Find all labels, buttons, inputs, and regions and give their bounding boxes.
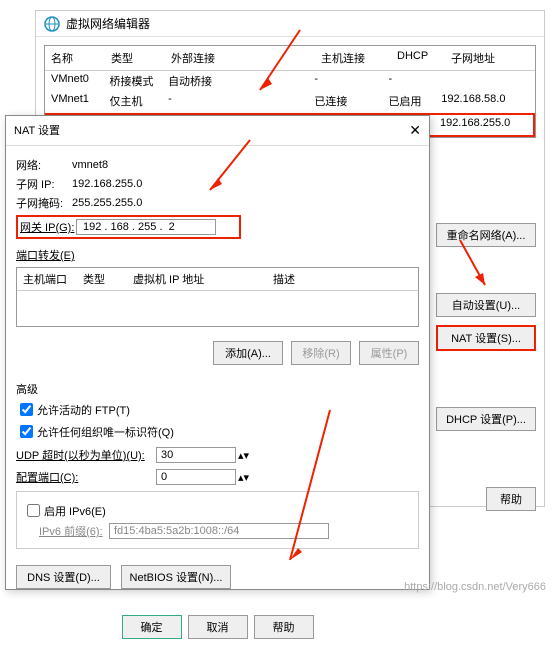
col-name: 名称 <box>45 46 105 70</box>
col-type: 类型 <box>105 46 165 70</box>
port-forward-table: 主机端口 类型 虚拟机 IP 地址 描述 <box>16 267 419 327</box>
nat-settings-button[interactable]: NAT 设置(S)... <box>436 325 536 351</box>
title-bar: 虚拟网络编辑器 <box>36 11 544 37</box>
nat-settings-dialog: NAT 设置 ✕ 网络:vmnet8 子网 IP:192.168.255.0 子… <box>5 115 430 590</box>
auto-settings-button[interactable]: 自动设置(U)... <box>436 293 536 317</box>
udp-timeout-label: UDP 超时(以秒为单位)(U): <box>16 447 156 463</box>
table-row[interactable]: VMnet0 桥接模式 自动桥接 - - <box>45 71 535 91</box>
table-header: 名称 类型 外部连接 主机连接 DHCP 子网地址 <box>45 46 535 71</box>
ipv6-checkbox[interactable]: 启用 IPv6(E) <box>23 501 412 520</box>
col-subnet: 子网地址 <box>445 46 535 70</box>
pf-col-hostport: 主机端口 <box>17 268 77 290</box>
spinner-icon[interactable]: ▴▾ <box>238 449 249 462</box>
config-port-label: 配置端口(C): <box>16 469 156 485</box>
add-button[interactable]: 添加(A)... <box>213 341 283 365</box>
gateway-ip-input[interactable] <box>76 219 216 235</box>
pf-col-vmip: 虚拟机 IP 地址 <box>127 268 267 290</box>
pf-col-type: 类型 <box>77 268 127 290</box>
org-checkbox[interactable]: 允许任何组织唯一标识符(Q) <box>16 422 419 441</box>
udp-timeout-input[interactable] <box>156 447 236 463</box>
network-label: 网络: <box>16 157 72 173</box>
netbios-settings-button[interactable]: NetBIOS 设置(N)... <box>121 565 231 589</box>
ok-button[interactable]: 确定 <box>122 615 182 639</box>
dhcp-settings-button[interactable]: DHCP 设置(P)... <box>436 407 536 431</box>
help-button[interactable]: 帮助 <box>486 487 536 511</box>
table-row[interactable]: VMnet1 仅主机 - 已连接 已启用 192.168.58.0 <box>45 91 535 111</box>
subnet-mask-value: 255.255.255.0 <box>72 197 142 209</box>
properties-button[interactable]: 属性(P) <box>359 341 419 365</box>
advanced-label: 高级 <box>16 381 419 397</box>
network-value: vmnet8 <box>72 159 108 171</box>
subnet-ip-value: 192.168.255.0 <box>72 178 142 190</box>
dialog-help-button[interactable]: 帮助 <box>254 615 314 639</box>
rename-network-button[interactable]: 重命名网络(A)... <box>436 223 536 247</box>
col-dhcp: DHCP <box>391 46 445 70</box>
col-host: 主机连接 <box>315 46 391 70</box>
dns-settings-button[interactable]: DNS 设置(D)... <box>16 565 111 589</box>
col-external: 外部连接 <box>165 46 315 70</box>
config-port-input[interactable] <box>156 469 236 485</box>
ipv6-prefix-label: IPv6 前缀(6): <box>39 523 109 539</box>
spinner-icon[interactable]: ▴▾ <box>238 471 249 484</box>
watermark: https://blog.csdn.net/Very666 <box>404 581 546 593</box>
close-icon[interactable]: ✕ <box>409 122 421 139</box>
remove-button[interactable]: 移除(R) <box>291 341 351 365</box>
window-title: 虚拟网络编辑器 <box>66 15 150 32</box>
pf-col-desc: 描述 <box>267 268 367 290</box>
port-forward-label: 端口转发(E) <box>16 247 419 263</box>
globe-icon <box>44 16 60 32</box>
subnet-ip-label: 子网 IP: <box>16 176 72 192</box>
cancel-button[interactable]: 取消 <box>188 615 248 639</box>
ipv6-prefix-input[interactable] <box>109 523 329 539</box>
gateway-label: 网关 IP(G): <box>20 219 76 235</box>
subnet-mask-label: 子网掩码: <box>16 195 72 211</box>
ftp-checkbox[interactable]: 允许活动的 FTP(T) <box>16 400 419 419</box>
dialog-title: NAT 设置 <box>14 122 60 139</box>
